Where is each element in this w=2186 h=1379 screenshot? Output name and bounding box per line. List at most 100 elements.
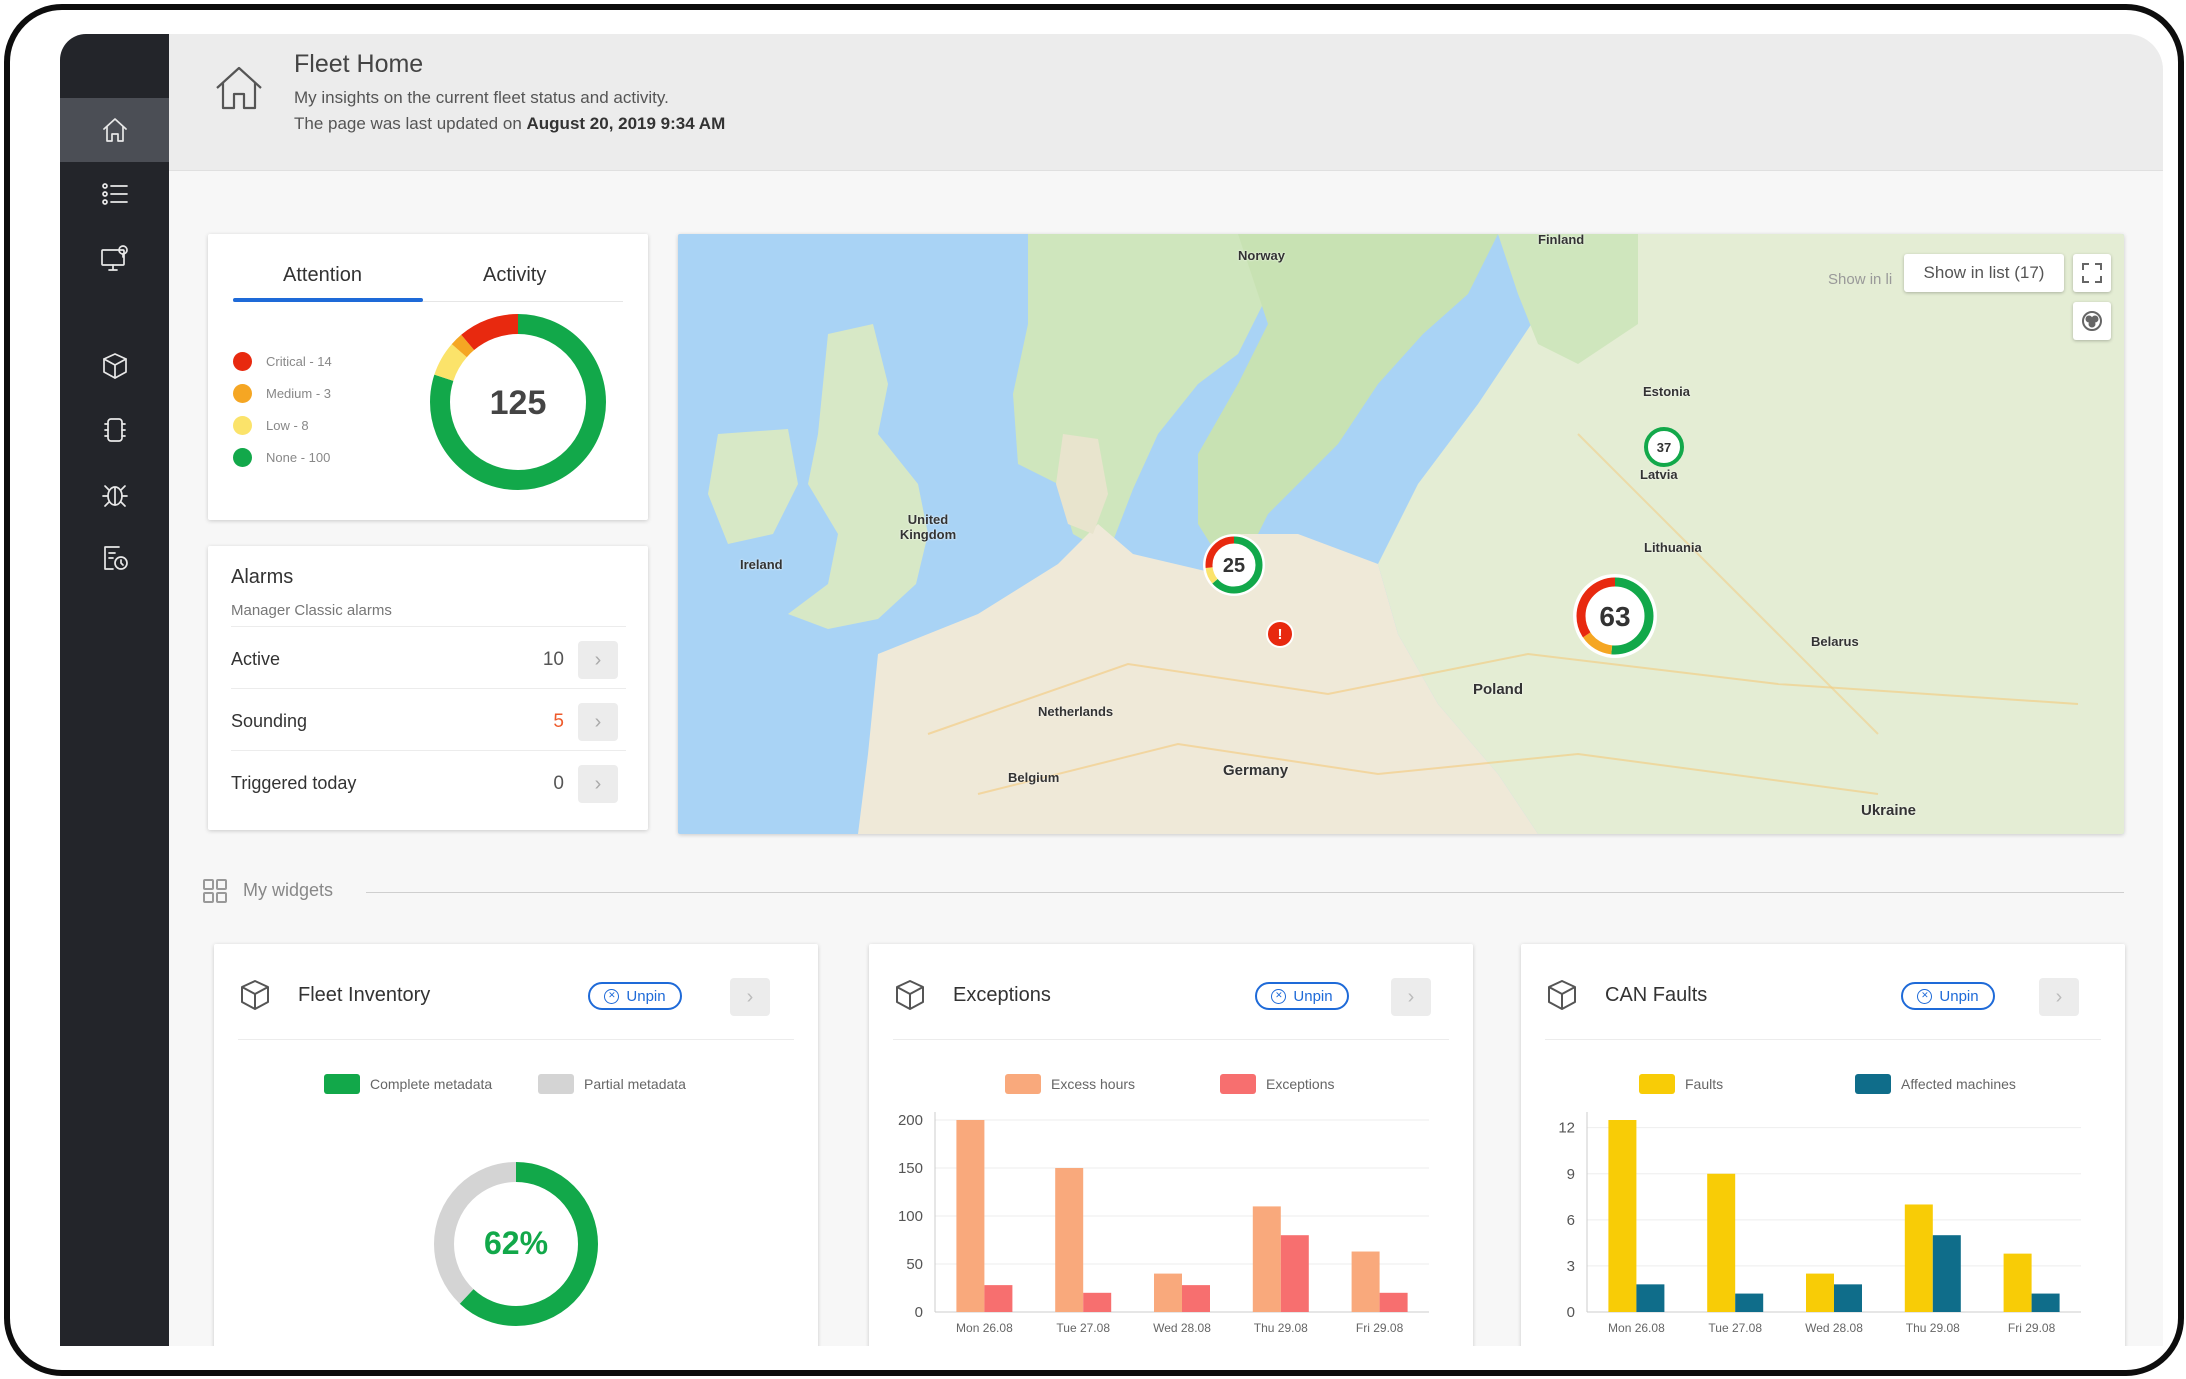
alarms-title: Alarms — [231, 566, 294, 588]
legend-partial: Partial metadata — [538, 1074, 686, 1094]
y-tick-label: 3 — [1567, 1258, 1575, 1275]
fleet-map[interactable]: Norway Finland United Kingdom Ireland Po… — [678, 234, 2124, 834]
bar — [1351, 1251, 1380, 1312]
alarm-row-sounding[interactable]: Sounding 5 › — [231, 688, 626, 749]
attention-card: Attention Activity Critical - 14 Medium … — [208, 234, 648, 520]
y-tick-label: 9 — [1567, 1166, 1575, 1183]
map-label: Finland — [1538, 234, 1585, 247]
bar — [1252, 1206, 1281, 1312]
legend-none: None - 100 — [233, 448, 330, 467]
tab-activity[interactable]: Activity — [483, 264, 546, 287]
close-icon: ✕ — [604, 988, 620, 1004]
x-tick-label: Wed 28.08 — [1805, 1321, 1863, 1335]
chevron-right-icon[interactable]: › — [2039, 978, 2079, 1016]
grid-icon — [202, 878, 228, 904]
legend-exceptions: Exceptions — [1220, 1074, 1334, 1094]
alarm-row-triggered[interactable]: Triggered today 0 › — [231, 750, 626, 811]
bar — [1280, 1235, 1309, 1312]
bar — [2003, 1253, 2032, 1312]
home-icon — [209, 58, 269, 118]
legend-swatch — [1639, 1074, 1675, 1094]
bar — [1154, 1273, 1182, 1312]
widget-can-faults: CAN Faults ✕ Unpin › Faults Affected mach… — [1521, 944, 2125, 1346]
alarm-label: Triggered today — [231, 773, 357, 793]
chevron-right-icon[interactable]: › — [578, 765, 618, 803]
nav-inventory[interactable] — [60, 334, 169, 398]
bar — [1608, 1120, 1637, 1312]
map-label: Estonia — [1643, 384, 1690, 399]
alarm-row-active[interactable]: Active 10 › — [231, 626, 626, 687]
last-updated-value: August 20, 2019 9:34 AM — [526, 114, 726, 133]
map-label: Germany — [1223, 762, 1289, 779]
map-label: United Kingdom — [899, 512, 957, 542]
chevron-right-icon[interactable]: › — [1391, 978, 1431, 1016]
nav-reports[interactable] — [60, 526, 169, 590]
nav-home[interactable] — [60, 98, 169, 162]
x-tick-label: Tue 27.08 — [1708, 1321, 1762, 1335]
alert-marker-icon[interactable]: ! — [1265, 619, 1295, 649]
chevron-right-icon[interactable]: › — [730, 978, 770, 1016]
legend-swatch — [324, 1074, 360, 1094]
legend-dot-low — [233, 416, 252, 435]
bar — [1083, 1292, 1112, 1312]
legend-label: Critical - 14 — [266, 354, 332, 369]
show-in-list-button[interactable]: Show in list (17) — [1904, 254, 2064, 292]
page-title: Fleet Home — [294, 50, 424, 78]
cluster-count: 63 — [1599, 601, 1630, 632]
y-tick-label: 0 — [915, 1304, 923, 1321]
legend-low: Low - 8 — [233, 416, 309, 435]
tab-attention[interactable]: Attention — [283, 264, 362, 287]
map-label: Belarus — [1811, 634, 1859, 649]
nav-faults[interactable] — [60, 462, 169, 526]
map-layers-button[interactable] — [2073, 302, 2111, 340]
unpin-button[interactable]: ✕ Unpin — [1255, 982, 1349, 1010]
unpin-button[interactable]: ✕ Unpin — [1901, 982, 1995, 1010]
x-tick-label: Fri 29.08 — [2008, 1321, 2056, 1335]
legend-excess-hours: Excess hours — [1005, 1074, 1135, 1094]
nav-devices[interactable] — [60, 398, 169, 462]
y-tick-label: 150 — [898, 1160, 923, 1177]
bar — [1806, 1273, 1834, 1312]
chevron-right-icon[interactable]: › — [578, 641, 618, 679]
widget-title: Exceptions — [953, 984, 1051, 1006]
map-label: Latvia — [1640, 467, 1678, 482]
legend-swatch — [1855, 1074, 1891, 1094]
unpin-label: Unpin — [1293, 987, 1333, 1005]
alarms-subtitle: Manager Classic alarms — [231, 602, 392, 619]
alarm-count: 10 — [542, 649, 564, 670]
attention-donut-chart: 125 — [430, 314, 606, 490]
legend-swatch — [1005, 1074, 1041, 1094]
fullscreen-button[interactable] — [2073, 254, 2111, 292]
app-screen: Fleet Home My insights on the current fl… — [60, 34, 2163, 1346]
x-tick-label: Fri 29.08 — [1356, 1321, 1404, 1335]
map-label: Ireland — [740, 557, 783, 572]
device-frame: Fleet Home My insights on the current fl… — [4, 4, 2184, 1376]
unpin-button[interactable]: ✕ Unpin — [588, 982, 682, 1010]
legend-critical: Critical - 14 — [233, 352, 332, 371]
section-divider — [366, 892, 2124, 893]
map-label: Poland — [1473, 681, 1524, 698]
y-tick-label: 6 — [1567, 1212, 1575, 1229]
close-icon: ✕ — [1917, 988, 1933, 1004]
legend-faults: Faults — [1639, 1074, 1723, 1094]
bar — [1735, 1293, 1764, 1312]
map-cluster-marker[interactable]: 63 — [1571, 572, 1659, 660]
chevron-right-icon[interactable]: › — [578, 703, 618, 741]
attention-total: 125 — [490, 384, 547, 422]
bar — [956, 1120, 985, 1312]
widget-title: Fleet Inventory — [298, 984, 431, 1006]
map-label: Lithuania — [1644, 540, 1702, 555]
chip-icon — [103, 418, 126, 442]
document-clock-icon — [103, 546, 128, 570]
nav-list[interactable] — [60, 162, 169, 226]
legend-dot-critical — [233, 352, 252, 371]
bar — [1379, 1292, 1408, 1312]
widget-divider — [893, 1039, 1449, 1040]
legend-label: Excess hours — [1051, 1076, 1136, 1092]
map-cluster-marker[interactable]: 37 — [1644, 427, 1684, 467]
sidebar — [60, 34, 169, 1346]
legend-label: Medium - 3 — [266, 386, 332, 401]
map-cluster-marker[interactable]: 25 — [1201, 532, 1267, 598]
nav-monitor[interactable] — [60, 226, 169, 290]
legend-dot-medium — [233, 384, 252, 403]
